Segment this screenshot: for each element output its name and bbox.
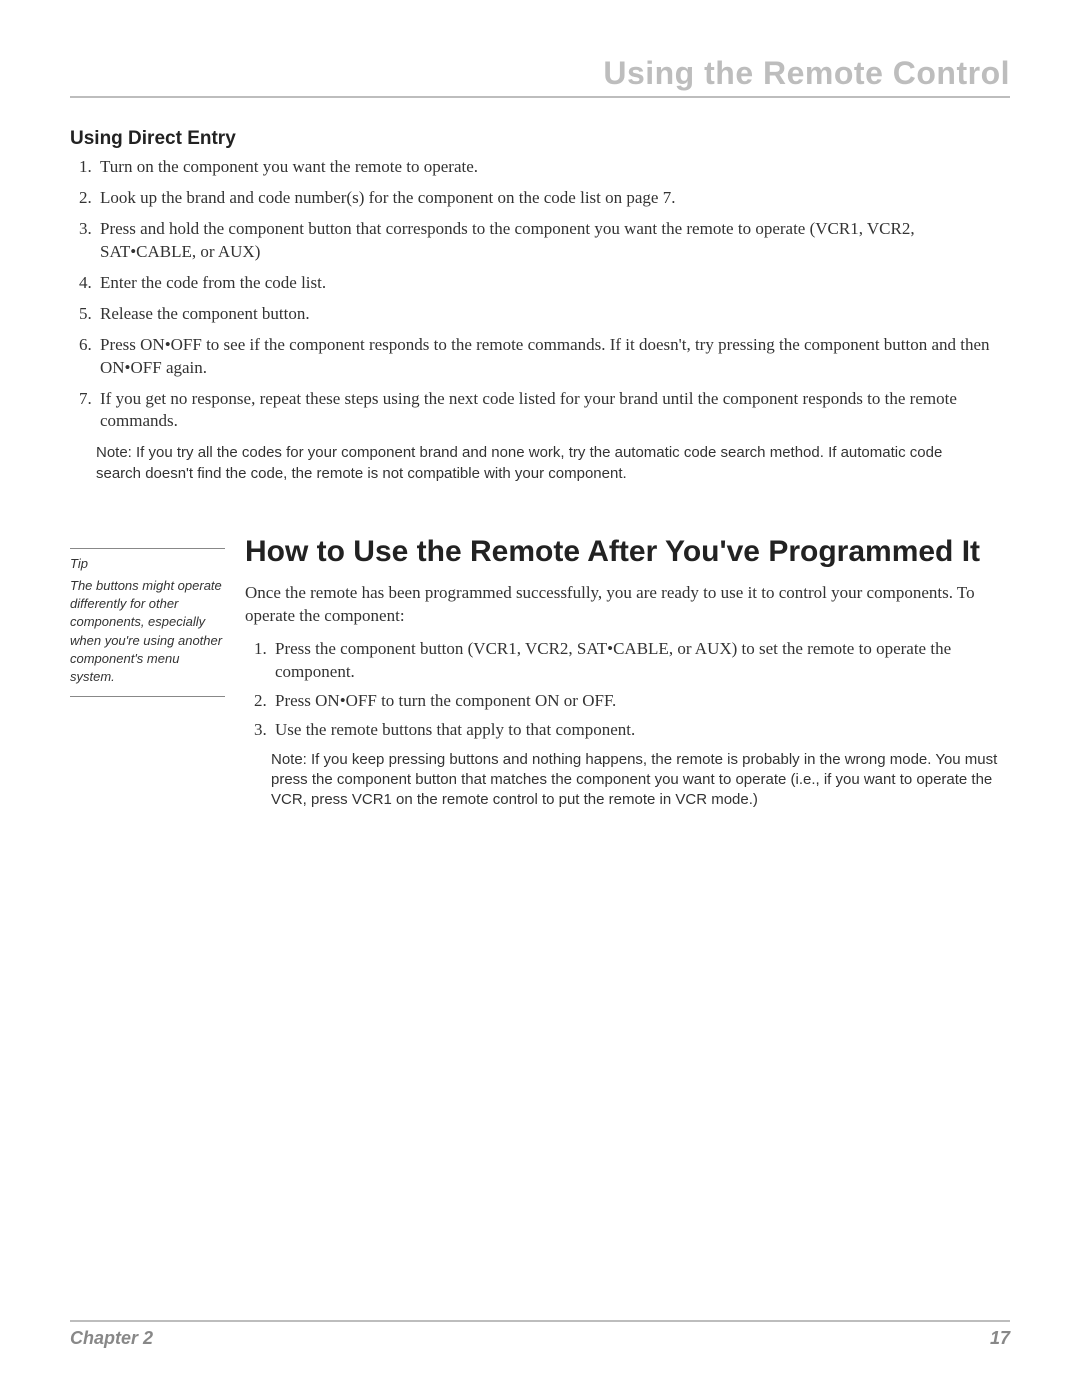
tip-text: The buttons might operate differently fo… xyxy=(70,578,222,684)
list-item: Release the component button. xyxy=(96,303,1010,326)
list-item: Use the remote buttons that apply to tha… xyxy=(271,719,1010,742)
main-column: How to Use the Remote After You've Progr… xyxy=(225,534,1010,810)
page-header: Using the Remote Control xyxy=(70,55,1010,98)
section-direct-entry: Using Direct Entry Turn on the component… xyxy=(70,128,1010,484)
direct-entry-steps: Turn on the component you want the remot… xyxy=(70,156,1010,433)
footer-chapter: Chapter 2 xyxy=(70,1328,153,1349)
list-item: Enter the code from the code list. xyxy=(96,272,1010,295)
how-to-use-note: Note: If you keep pressing buttons and n… xyxy=(271,750,1010,811)
direct-entry-note: Note: If you try all the codes for your … xyxy=(96,443,1010,484)
list-item: Press the component button (VCR1, VCR2, … xyxy=(271,638,1010,684)
footer-page-number: 17 xyxy=(990,1328,1010,1349)
page-footer: Chapter 2 17 xyxy=(70,1320,1010,1349)
list-item: Press ON•OFF to turn the component ON or… xyxy=(271,690,1010,713)
list-item: Press ON•OFF to see if the component res… xyxy=(96,334,1010,380)
tip-sidebar: Tip The buttons might operate differentl… xyxy=(70,548,225,697)
tip-label: Tip xyxy=(70,555,225,573)
list-item: If you get no response, repeat these ste… xyxy=(96,388,1010,434)
list-item: Press and hold the component button that… xyxy=(96,218,1010,264)
two-column-section: Tip The buttons might operate differentl… xyxy=(70,534,1010,810)
section-intro: Once the remote has been programmed succ… xyxy=(245,582,1010,628)
section-title-direct-entry: Using Direct Entry xyxy=(70,128,1010,150)
list-item: Turn on the component you want the remot… xyxy=(96,156,1010,179)
how-to-use-steps: Press the component button (VCR1, VCR2, … xyxy=(245,638,1010,742)
section-heading-how-to-use: How to Use the Remote After You've Progr… xyxy=(245,534,1010,570)
list-item: Look up the brand and code number(s) for… xyxy=(96,187,1010,210)
